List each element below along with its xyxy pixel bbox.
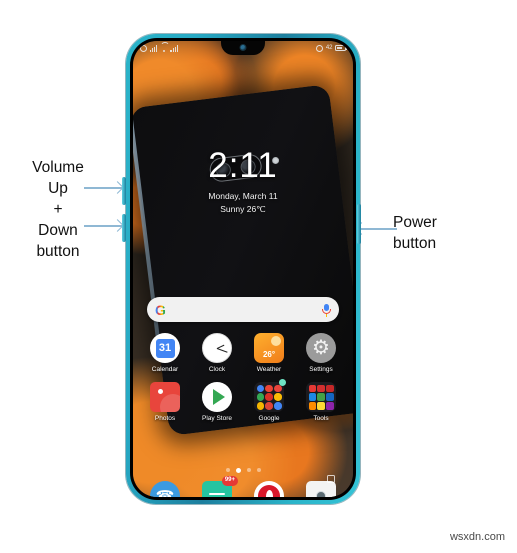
label-line: Volume (32, 159, 84, 176)
page-dot-active[interactable] (235, 468, 241, 473)
app-label: Photos (154, 415, 176, 422)
photos-icon (150, 382, 180, 412)
folder-icon (306, 382, 336, 412)
weather-temperature: 26° (262, 350, 276, 359)
wifi-icon (160, 45, 168, 52)
folder-badge-icon (279, 379, 286, 386)
label-line: + (53, 201, 63, 218)
app-row: Photos Play Store Google Tools (139, 379, 347, 422)
gear-icon: ⚙ (306, 333, 336, 363)
app-photos[interactable]: Photos (141, 382, 189, 422)
unread-badge: 99+ (221, 476, 238, 486)
front-camera-icon (239, 44, 247, 51)
watermark: wsxdn.com (449, 531, 505, 543)
signal-bars-icon (170, 44, 179, 52)
home-page-indicator[interactable] (133, 468, 353, 473)
gear-glyph: ⚙ (312, 337, 330, 359)
page-dot[interactable] (246, 468, 251, 472)
app-calendar[interactable]: 31 Calendar (141, 333, 189, 373)
alarm-icon (140, 44, 147, 52)
microphone-icon[interactable] (322, 303, 331, 317)
clock-weather: Sunny 26℃ (220, 204, 266, 214)
google-search-bar[interactable]: G (147, 297, 339, 322)
opera-icon[interactable] (254, 481, 284, 497)
label-line: button (393, 235, 437, 252)
calendar-day-number: 31 (155, 338, 175, 358)
phone-device: 42 2:11 Monday, March 11 Sunny 26℃ G 31 … (126, 34, 360, 504)
folder-tools[interactable]: Tools (297, 382, 345, 422)
clock-date: Monday, March 11 (208, 191, 278, 201)
home-dock: ☎ 99+ (139, 476, 347, 497)
page-dot[interactable] (256, 468, 261, 472)
power-button-label: Power button (393, 212, 503, 254)
arrow-to-volume-down-icon (84, 219, 124, 232)
phone-bezel: 42 2:11 Monday, March 11 Sunny 26℃ G 31 … (130, 38, 356, 500)
lockscreen-clock-widget: 2:11 Monday, March 11 Sunny 26℃ (133, 146, 353, 215)
arrow-to-power-icon (355, 222, 397, 235)
camera-icon[interactable] (306, 481, 336, 497)
status-bar-right: 42 (316, 44, 347, 52)
recents-square-button[interactable] (327, 475, 335, 483)
play-store-icon (202, 382, 232, 412)
volume-down-button[interactable] (122, 214, 126, 242)
app-label: Calendar (151, 366, 179, 373)
arrow-to-volume-up-icon (84, 181, 124, 194)
folder-icon (254, 379, 286, 412)
volume-up-button[interactable] (122, 177, 126, 205)
app-clock[interactable]: Clock (193, 333, 241, 373)
weather-icon: 26° (254, 333, 284, 363)
folder-google[interactable]: Google (245, 379, 293, 422)
app-row: 31 Calendar Clock 26° Weather ⚙ Settings (139, 333, 347, 373)
app-label: Clock (208, 366, 226, 373)
screenshot-root: Volume Up + Down button Power button 42 … (0, 0, 517, 553)
alarm-icon (316, 44, 324, 52)
page-dot[interactable] (225, 468, 230, 472)
app-play-store[interactable]: Play Store (193, 382, 241, 422)
volume-buttons-label: Volume Up + Down button (6, 157, 110, 262)
waterdrop-notch (221, 41, 265, 55)
label-line: button (36, 243, 80, 260)
app-settings[interactable]: ⚙ Settings (297, 333, 345, 373)
app-label: Settings (309, 366, 333, 373)
status-bar-left (140, 44, 179, 52)
home-app-grid: 31 Calendar Clock 26° Weather ⚙ Settings… (139, 333, 347, 431)
app-weather[interactable]: 26° Weather (245, 333, 293, 373)
app-label: Google (258, 415, 280, 422)
calendar-icon: 31 (150, 333, 180, 363)
clock-icon (202, 333, 232, 363)
phone-icon[interactable]: ☎ (150, 481, 180, 497)
power-button[interactable] (357, 204, 361, 244)
battery-icon (335, 45, 347, 51)
clock-time: 2:11 (208, 146, 278, 185)
battery-level-text: 42 (325, 45, 333, 51)
signal-bars-icon (149, 44, 158, 52)
label-line: Power (393, 214, 437, 231)
message-icon[interactable]: 99+ (202, 476, 238, 497)
app-label: Play Store (202, 415, 232, 422)
google-g-icon: G (155, 301, 166, 318)
phone-screen[interactable]: 42 2:11 Monday, March 11 Sunny 26℃ G 31 … (133, 41, 353, 497)
app-label: Weather (256, 366, 282, 373)
app-label: Tools (313, 415, 329, 422)
